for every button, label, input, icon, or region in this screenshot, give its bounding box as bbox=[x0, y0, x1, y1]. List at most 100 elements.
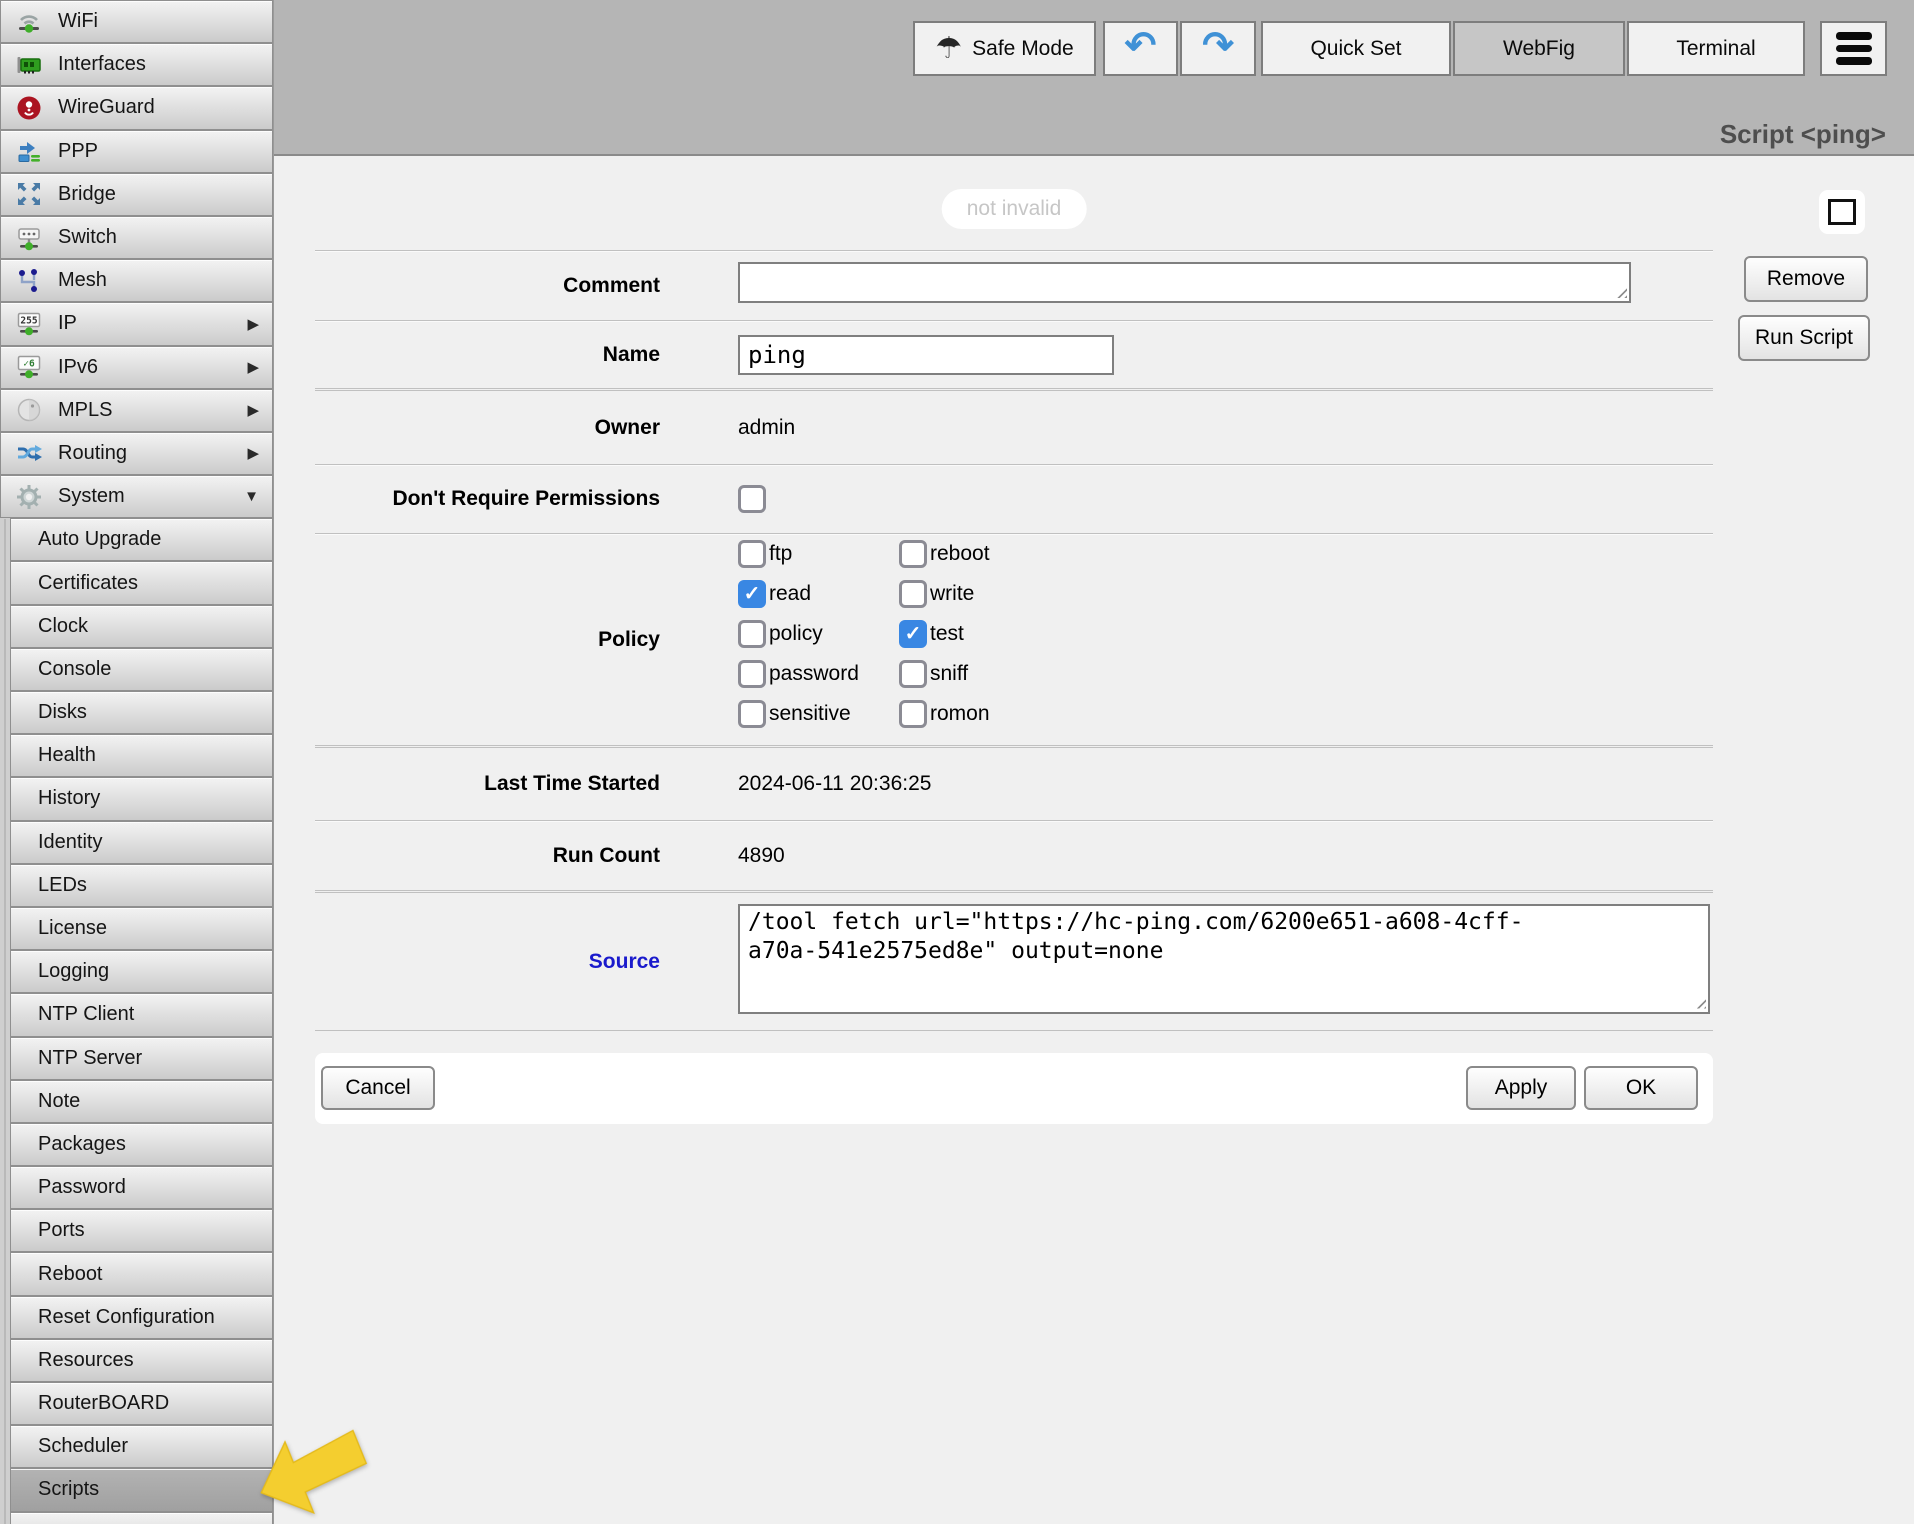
policy-checkbox-label: password bbox=[769, 660, 859, 688]
policy-option-test: ✓test bbox=[899, 620, 990, 660]
wifi-icon bbox=[14, 7, 44, 37]
dont-require-permissions-checkbox[interactable]: ✓ bbox=[738, 485, 766, 513]
sidebar-item-routing[interactable]: Routing▶ bbox=[0, 432, 273, 475]
sidebar-item-system[interactable]: System▼ bbox=[0, 475, 273, 518]
sidebar-item-resources[interactable]: Resources bbox=[10, 1339, 273, 1382]
sidebar-item-ntp-server[interactable]: NTP Server bbox=[10, 1037, 273, 1080]
last-time-started-label: Last Time Started bbox=[315, 772, 660, 796]
sidebar-item-interfaces[interactable]: Interfaces bbox=[0, 43, 273, 86]
sidebar-item-ntp-client[interactable]: NTP Client bbox=[10, 993, 273, 1036]
sidebar-item-label: Resources bbox=[38, 1349, 134, 1372]
sidebar-item-shutdown[interactable]: Shutdown bbox=[10, 1512, 273, 1524]
comment-input[interactable] bbox=[738, 262, 1631, 303]
sidebar-item-reboot[interactable]: Reboot bbox=[10, 1252, 273, 1295]
policy-row: Policy ✓ftp✓read✓policy✓password✓sensiti… bbox=[315, 533, 1713, 745]
main-panel: Remove Run Script not invalid Comment bbox=[274, 156, 1914, 1524]
sidebar-item-routerboard[interactable]: RouterBOARD bbox=[10, 1382, 273, 1425]
undo-icon: ↶ bbox=[1125, 27, 1157, 65]
sidebar: WiFi Interfaces WireGuardPPPBridgeSwitchMe… bbox=[0, 0, 274, 1524]
cancel-button[interactable]: Cancel bbox=[321, 1066, 435, 1110]
page-title: Script <ping> bbox=[1720, 119, 1886, 150]
policy-checkbox-reboot[interactable]: ✓ bbox=[899, 540, 927, 568]
last-time-started-value: 2024-06-11 20:36:25 bbox=[738, 772, 931, 796]
sidebar-item-label: Clock bbox=[38, 615, 88, 638]
sidebar-item-label: IP bbox=[58, 312, 77, 335]
sidebar-item-logging[interactable]: Logging bbox=[10, 950, 273, 993]
sidebar-item-note[interactable]: Note bbox=[10, 1080, 273, 1123]
sidebar-item-scripts[interactable]: Scripts bbox=[10, 1468, 273, 1511]
ppp-icon bbox=[14, 136, 44, 166]
comment-row: Comment bbox=[315, 250, 1713, 320]
policy-checkbox-ftp[interactable]: ✓ bbox=[738, 540, 766, 568]
name-input[interactable] bbox=[738, 335, 1114, 375]
policy-checkbox-romon[interactable]: ✓ bbox=[899, 700, 927, 728]
policy-checkbox-test[interactable]: ✓ bbox=[899, 620, 927, 648]
policy-column: ✓reboot✓write✓test✓sniff✓romon bbox=[899, 540, 990, 740]
policy-checkbox-policy[interactable]: ✓ bbox=[738, 620, 766, 648]
policy-column: ✓ftp✓read✓policy✓password✓sensitive bbox=[738, 540, 899, 740]
sidebar-item-ip[interactable]: 255IP▶ bbox=[0, 302, 273, 345]
policy-checkbox-label: policy bbox=[769, 620, 823, 648]
sidebar-item-certificates[interactable]: Certificates bbox=[10, 561, 273, 604]
sidebar-item-mpls[interactable]: MPLS▶ bbox=[0, 389, 273, 432]
sidebar-item-packages[interactable]: Packages bbox=[10, 1123, 273, 1166]
run-script-button[interactable]: Run Script bbox=[1738, 315, 1870, 361]
chevron-right-icon: ▶ bbox=[247, 358, 259, 376]
policy-checkbox-label: ftp bbox=[769, 540, 792, 568]
sidebar-item-identity[interactable]: Identity bbox=[10, 821, 273, 864]
owner-label: Owner bbox=[315, 416, 660, 440]
sidebar-item-label: Interfaces bbox=[58, 53, 146, 76]
sidebar-item-switch[interactable]: Switch bbox=[0, 216, 273, 259]
chevron-right-icon: ▶ bbox=[247, 401, 259, 419]
undo-button[interactable]: ↶ bbox=[1103, 21, 1178, 76]
sidebar-item-mesh[interactable]: Mesh bbox=[0, 259, 273, 302]
sidebar-item-ports[interactable]: Ports bbox=[10, 1209, 273, 1252]
policy-option-password: ✓password bbox=[738, 660, 899, 700]
remove-button[interactable]: Remove bbox=[1744, 256, 1868, 302]
run-count-row: Run Count 4890 bbox=[315, 820, 1713, 890]
sidebar-item-wifi[interactable]: WiFi bbox=[0, 0, 273, 43]
sidebar-item-auto-upgrade[interactable]: Auto Upgrade bbox=[10, 518, 273, 561]
sidebar-item-disks[interactable]: Disks bbox=[10, 691, 273, 734]
sidebar-item-label: LEDs bbox=[38, 874, 87, 897]
sidebar-item-license[interactable]: License bbox=[10, 907, 273, 950]
policy-option-romon: ✓romon bbox=[899, 700, 990, 740]
tab-terminal[interactable]: Terminal bbox=[1627, 21, 1805, 76]
sidebar-item-health[interactable]: Health bbox=[10, 734, 273, 777]
system-icon bbox=[14, 482, 44, 512]
safe-mode-button[interactable]: ☂ Safe Mode bbox=[913, 21, 1096, 76]
sidebar-item-scheduler[interactable]: Scheduler bbox=[10, 1425, 273, 1468]
sidebar-item-ppp[interactable]: PPP bbox=[0, 130, 273, 173]
policy-checkbox-write[interactable]: ✓ bbox=[899, 580, 927, 608]
sidebar-item-history[interactable]: History bbox=[10, 777, 273, 820]
policy-checkbox-password[interactable]: ✓ bbox=[738, 660, 766, 688]
switch-icon bbox=[14, 223, 44, 253]
policy-checkbox-label: write bbox=[930, 580, 974, 608]
policy-option-policy: ✓policy bbox=[738, 620, 899, 660]
policy-checkbox-label: test bbox=[930, 620, 964, 648]
sidebar-item-console[interactable]: Console bbox=[10, 648, 273, 691]
policy-checkbox-read[interactable]: ✓ bbox=[738, 580, 766, 608]
fullscreen-button[interactable] bbox=[1819, 190, 1865, 234]
sidebar-item-label: NTP Client bbox=[38, 1003, 134, 1026]
sidebar-item-reset-configuration[interactable]: Reset Configuration bbox=[10, 1296, 273, 1339]
policy-checkbox-sniff[interactable]: ✓ bbox=[899, 660, 927, 688]
policy-checkbox-sensitive[interactable]: ✓ bbox=[738, 700, 766, 728]
ok-button[interactable]: OK bbox=[1584, 1066, 1698, 1110]
tab-quick-set[interactable]: Quick Set bbox=[1261, 21, 1451, 76]
sidebar-item-clock[interactable]: Clock bbox=[10, 605, 273, 648]
sidebar-item-leds[interactable]: LEDs bbox=[10, 864, 273, 907]
svg-text:✓6: ✓6 bbox=[23, 359, 35, 370]
sidebar-item-bridge[interactable]: Bridge bbox=[0, 173, 273, 216]
source-input[interactable]: /tool fetch url="https://hc-ping.com/620… bbox=[738, 904, 1710, 1014]
hamburger-menu-button[interactable] bbox=[1820, 21, 1887, 76]
sidebar-item-ipv6[interactable]: ✓6IPv6▶ bbox=[0, 346, 273, 389]
sidebar-item-password[interactable]: Password bbox=[10, 1166, 273, 1209]
sidebar-item-wireguard[interactable]: WireGuard bbox=[0, 86, 273, 129]
source-row: Source /tool fetch url="https://hc-ping.… bbox=[315, 890, 1713, 1031]
tab-webfig[interactable]: WebFig bbox=[1453, 21, 1625, 76]
sidebar-item-label: Health bbox=[38, 744, 96, 767]
redo-button[interactable]: ↷ bbox=[1180, 21, 1256, 76]
policy-checkbox-label: sensitive bbox=[769, 700, 851, 728]
apply-button[interactable]: Apply bbox=[1466, 1066, 1576, 1110]
